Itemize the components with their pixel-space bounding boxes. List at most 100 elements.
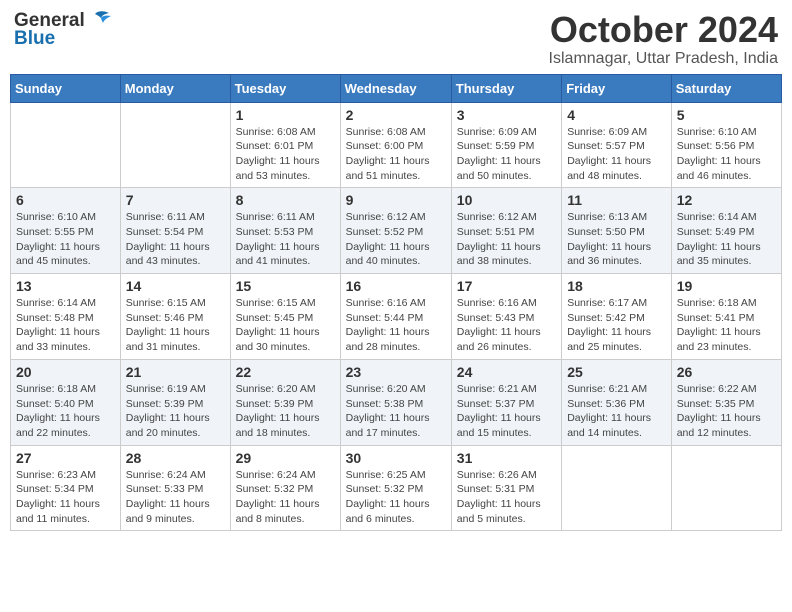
calendar-cell: 13Sunrise: 6:14 AM Sunset: 5:48 PM Dayli… [11, 274, 121, 360]
day-info: Sunrise: 6:24 AM Sunset: 5:33 PM Dayligh… [126, 468, 225, 527]
day-info: Sunrise: 6:25 AM Sunset: 5:32 PM Dayligh… [346, 468, 446, 527]
day-info: Sunrise: 6:16 AM Sunset: 5:43 PM Dayligh… [457, 296, 556, 355]
calendar-cell: 7Sunrise: 6:11 AM Sunset: 5:54 PM Daylig… [120, 188, 230, 274]
day-number: 19 [677, 278, 776, 294]
day-info: Sunrise: 6:13 AM Sunset: 5:50 PM Dayligh… [567, 210, 666, 269]
day-number: 20 [16, 364, 115, 380]
day-number: 8 [236, 192, 335, 208]
calendar-cell: 20 Sunrise: 6:18 AM Sunset: 5:40 PM Dayli… [11, 359, 121, 445]
day-number: 29 [236, 450, 335, 466]
day-number: 31 [457, 450, 556, 466]
day-number: 15 [236, 278, 335, 294]
calendar-cell [671, 445, 781, 531]
day-info: Sunrise: 6:19 AM Sunset: 5:39 PM Dayligh… [126, 382, 225, 441]
calendar-cell: 8 Sunrise: 6:11 AM Sunset: 5:53 PM Daylig… [230, 188, 340, 274]
day-number: 5 [677, 107, 776, 123]
day-info: Sunrise: 6:23 AM Sunset: 5:34 PM Dayligh… [16, 468, 115, 527]
calendar-header-saturday: Saturday [671, 74, 781, 102]
calendar-cell: 16Sunrise: 6:16 AM Sunset: 5:44 PM Dayli… [340, 274, 451, 360]
calendar-cell: 26 Sunrise: 6:22 AM Sunset: 5:35 PM Dayli… [671, 359, 781, 445]
calendar-cell: 5 Sunrise: 6:10 AM Sunset: 5:56 PM Daylig… [671, 102, 781, 188]
calendar-cell: 18 Sunrise: 6:17 AM Sunset: 5:42 PM Dayli… [562, 274, 672, 360]
day-number: 11 [567, 192, 666, 208]
calendar-cell [11, 102, 121, 188]
day-info: Sunrise: 6:21 AM Sunset: 5:37 PM Dayligh… [457, 382, 556, 441]
calendar-cell: 31 Sunrise: 6:26 AM Sunset: 5:31 PM Dayli… [451, 445, 561, 531]
logo-blue-text: Blue [14, 28, 55, 50]
day-info: Sunrise: 6:20 AM Sunset: 5:38 PM Dayligh… [346, 382, 446, 441]
day-number: 28 [126, 450, 225, 466]
day-info: Sunrise: 6:24 AM Sunset: 5:32 PM Dayligh… [236, 468, 335, 527]
calendar-cell: 15 Sunrise: 6:15 AM Sunset: 5:45 PM Dayli… [230, 274, 340, 360]
calendar-cell: 27 Sunrise: 6:23 AM Sunset: 5:34 PM Dayli… [11, 445, 121, 531]
calendar-header-sunday: Sunday [11, 74, 121, 102]
day-number: 12 [677, 192, 776, 208]
day-info: Sunrise: 6:11 AM Sunset: 5:53 PM Dayligh… [236, 210, 335, 269]
day-info: Sunrise: 6:14 AM Sunset: 5:48 PM Dayligh… [16, 296, 115, 355]
day-info: Sunrise: 6:10 AM Sunset: 5:55 PM Dayligh… [16, 210, 115, 269]
calendar-cell: 2 Sunrise: 6:08 AM Sunset: 6:00 PM Daylig… [340, 102, 451, 188]
day-number: 27 [16, 450, 115, 466]
calendar-cell: 1 Sunrise: 6:08 AM Sunset: 6:01 PM Daylig… [230, 102, 340, 188]
day-info: Sunrise: 6:12 AM Sunset: 5:51 PM Dayligh… [457, 210, 556, 269]
day-number: 25 [567, 364, 666, 380]
calendar-cell: 28 Sunrise: 6:24 AM Sunset: 5:33 PM Dayli… [120, 445, 230, 531]
day-info: Sunrise: 6:08 AM Sunset: 6:00 PM Dayligh… [346, 125, 446, 184]
day-info: Sunrise: 6:11 AM Sunset: 5:54 PM Dayligh… [126, 210, 225, 269]
day-number: 26 [677, 364, 776, 380]
day-number: 24 [457, 364, 556, 380]
calendar-cell: 17 Sunrise: 6:16 AM Sunset: 5:43 PM Dayli… [451, 274, 561, 360]
day-number: 17 [457, 278, 556, 294]
month-title: October 2024 [549, 10, 778, 50]
day-info: Sunrise: 6:12 AM Sunset: 5:52 PM Dayligh… [346, 210, 446, 269]
day-number: 3 [457, 107, 556, 123]
calendar-cell: 11 Sunrise: 6:13 AM Sunset: 5:50 PM Dayli… [562, 188, 672, 274]
day-info: Sunrise: 6:22 AM Sunset: 5:35 PM Dayligh… [677, 382, 776, 441]
calendar-cell: 4 Sunrise: 6:09 AM Sunset: 5:57 PM Daylig… [562, 102, 672, 188]
calendar-week-row: 6Sunrise: 6:10 AM Sunset: 5:55 PM Daylig… [11, 188, 782, 274]
day-number: 30 [346, 450, 446, 466]
day-info: Sunrise: 6:15 AM Sunset: 5:45 PM Dayligh… [236, 296, 335, 355]
day-info: Sunrise: 6:17 AM Sunset: 5:42 PM Dayligh… [567, 296, 666, 355]
day-number: 10 [457, 192, 556, 208]
calendar-cell: 9 Sunrise: 6:12 AM Sunset: 5:52 PM Daylig… [340, 188, 451, 274]
calendar-table: SundayMondayTuesdayWednesdayThursdayFrid… [10, 74, 782, 532]
calendar-header-tuesday: Tuesday [230, 74, 340, 102]
day-info: Sunrise: 6:09 AM Sunset: 5:59 PM Dayligh… [457, 125, 556, 184]
day-info: Sunrise: 6:08 AM Sunset: 6:01 PM Dayligh… [236, 125, 335, 184]
day-number: 23 [346, 364, 446, 380]
calendar-header-thursday: Thursday [451, 74, 561, 102]
calendar-cell [562, 445, 672, 531]
day-info: Sunrise: 6:10 AM Sunset: 5:56 PM Dayligh… [677, 125, 776, 184]
day-number: 21 [126, 364, 225, 380]
day-number: 18 [567, 278, 666, 294]
calendar-cell: 24 Sunrise: 6:21 AM Sunset: 5:37 PM Dayli… [451, 359, 561, 445]
day-info: Sunrise: 6:18 AM Sunset: 5:40 PM Dayligh… [16, 382, 115, 441]
calendar-week-row: 13Sunrise: 6:14 AM Sunset: 5:48 PM Dayli… [11, 274, 782, 360]
calendar-week-row: 27 Sunrise: 6:23 AM Sunset: 5:34 PM Dayli… [11, 445, 782, 531]
calendar-cell: 30 Sunrise: 6:25 AM Sunset: 5:32 PM Dayli… [340, 445, 451, 531]
day-number: 1 [236, 107, 335, 123]
day-number: 2 [346, 107, 446, 123]
calendar-cell: 29 Sunrise: 6:24 AM Sunset: 5:32 PM Dayli… [230, 445, 340, 531]
day-info: Sunrise: 6:15 AM Sunset: 5:46 PM Dayligh… [126, 296, 225, 355]
day-info: Sunrise: 6:09 AM Sunset: 5:57 PM Dayligh… [567, 125, 666, 184]
location-subtitle: Islamnagar, Uttar Pradesh, India [549, 50, 778, 68]
logo: General Blue [14, 10, 113, 50]
calendar-week-row: 1 Sunrise: 6:08 AM Sunset: 6:01 PM Daylig… [11, 102, 782, 188]
calendar-cell: 6Sunrise: 6:10 AM Sunset: 5:55 PM Daylig… [11, 188, 121, 274]
page-header: General Blue October 2024 Islamnagar, Ut… [10, 10, 782, 68]
calendar-cell: 14 Sunrise: 6:15 AM Sunset: 5:46 PM Dayli… [120, 274, 230, 360]
calendar-cell: 19Sunrise: 6:18 AM Sunset: 5:41 PM Dayli… [671, 274, 781, 360]
day-info: Sunrise: 6:20 AM Sunset: 5:39 PM Dayligh… [236, 382, 335, 441]
calendar-header-monday: Monday [120, 74, 230, 102]
day-info: Sunrise: 6:26 AM Sunset: 5:31 PM Dayligh… [457, 468, 556, 527]
day-number: 22 [236, 364, 335, 380]
day-number: 14 [126, 278, 225, 294]
day-info: Sunrise: 6:16 AM Sunset: 5:44 PM Dayligh… [346, 296, 446, 355]
day-number: 9 [346, 192, 446, 208]
title-section: October 2024 Islamnagar, Uttar Pradesh, … [549, 10, 778, 68]
day-number: 4 [567, 107, 666, 123]
calendar-header-wednesday: Wednesday [340, 74, 451, 102]
logo-bird-icon [87, 10, 113, 32]
